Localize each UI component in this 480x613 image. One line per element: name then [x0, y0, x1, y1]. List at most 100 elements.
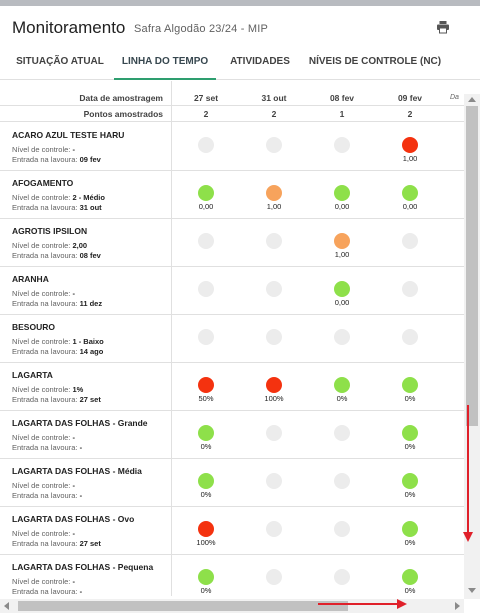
field-entry-line: Entrada na lavoura: 27 set [12, 395, 101, 404]
empty-status-dot [266, 569, 282, 585]
field-entry-label: Entrada na lavoura: [12, 347, 78, 356]
pest-row: LAGARTA DAS FOLHAS - Pequena Nível de con… [0, 555, 464, 596]
timeline-cell: 0,00 [308, 185, 376, 213]
pest-name: AFOGAMENTO [12, 178, 74, 188]
timeline-cell: 0% [308, 377, 376, 405]
status-dot-orange[interactable] [334, 233, 350, 249]
pest-row: LAGARTA Nível de controle: 1% Entrada na l… [0, 363, 464, 411]
timeline-cell [240, 521, 308, 549]
pest-row: LAGARTA DAS FOLHAS - Média Nível de contr… [0, 459, 464, 507]
field-entry-value: 14 ago [79, 347, 104, 356]
cell-value: 1,00 [402, 154, 418, 163]
timeline-cell: 0,00 [308, 281, 376, 309]
field-entry-label: Entrada na lavoura: [12, 539, 78, 548]
field-entry-label: Entrada na lavoura: [12, 203, 78, 212]
status-dot-green[interactable] [198, 473, 214, 489]
points-header-label: Pontos amostrados [83, 109, 163, 119]
cell-value: 0% [404, 394, 416, 403]
cell-value: 0,00 [334, 202, 350, 211]
timeline-cell: 1,00 [376, 137, 444, 165]
cell-value: 0% [336, 394, 348, 403]
field-entry-label: Entrada na lavoura: [12, 491, 78, 500]
status-dot-green[interactable] [402, 569, 418, 585]
status-dot-green[interactable] [402, 377, 418, 393]
scroll-down-icon[interactable] [468, 588, 476, 593]
status-dot-red[interactable] [266, 377, 282, 393]
cell-value: 0,00 [198, 202, 214, 211]
status-dot-green[interactable] [402, 185, 418, 201]
status-dot-red[interactable] [198, 521, 214, 537]
timeline-cell: 0,00 [376, 185, 444, 213]
cell-value: 0,00 [402, 202, 418, 211]
field-entry-label: Entrada na lavoura: [12, 155, 78, 164]
scroll-right-icon[interactable] [455, 602, 460, 610]
horizontal-scroll-thumb[interactable] [18, 601, 348, 611]
tab-niveis-de-controle[interactable]: NÍVEIS DE CONTROLE (NC) [304, 46, 446, 80]
panel-header: Monitoramento Safra Algodão 23/24 - MIP [0, 6, 480, 46]
status-dot-green[interactable] [402, 521, 418, 537]
timeline-cell: 50% [172, 377, 240, 405]
status-dot-green[interactable] [334, 281, 350, 297]
vertical-scroll-thumb[interactable] [466, 106, 478, 426]
timeline-cell [172, 281, 240, 309]
tab-situacao-atual[interactable]: SITUAÇÃO ATUAL [8, 46, 112, 80]
empty-status-dot [266, 233, 282, 249]
control-level-label: Nível de controle: [12, 145, 71, 154]
field-entry-value: 11 dez [79, 299, 103, 308]
timeline-cell: 0% [172, 473, 240, 501]
control-level-value: 1% [72, 385, 84, 394]
timeline-cell: 1,00 [308, 233, 376, 261]
status-dot-green[interactable] [198, 185, 214, 201]
pest-name: LAGARTA DAS FOLHAS - Pequena [12, 562, 154, 572]
column-date: 31 out [261, 93, 287, 103]
pest-name: ACARO AZUL TESTE HARU [12, 130, 125, 140]
empty-status-dot [198, 233, 214, 249]
timeline-table: Data de amostragem 27 set 31 out 08 fev … [0, 81, 464, 596]
printer-icon[interactable] [436, 20, 450, 34]
timeline-cell: 100% [172, 521, 240, 549]
column-date: 27 set [193, 93, 219, 103]
timeline-cell [240, 569, 308, 596]
timeline-cell [308, 521, 376, 549]
horizontal-scrollbar[interactable] [0, 599, 464, 613]
timeline-cell [308, 473, 376, 501]
status-dot-green[interactable] [198, 569, 214, 585]
status-dot-green[interactable] [334, 185, 350, 201]
tab-atividades[interactable]: ATIVIDADES [222, 46, 298, 80]
empty-status-dot [198, 329, 214, 345]
control-level-value: - [72, 481, 75, 490]
control-level-line: Nível de controle: - [12, 577, 75, 586]
control-level-label: Nível de controle: [12, 289, 71, 298]
field-entry-label: Entrada na lavoura: [12, 395, 78, 404]
status-dot-green[interactable] [402, 473, 418, 489]
empty-status-dot [402, 329, 418, 345]
cell-value: 0% [404, 490, 416, 499]
field-entry-value: 08 fev [79, 251, 101, 260]
scroll-up-icon[interactable] [468, 97, 476, 102]
page-title: Monitoramento [12, 18, 126, 37]
scroll-left-icon[interactable] [4, 602, 9, 610]
control-level-line: Nível de controle: 2,00 [12, 241, 87, 250]
timeline-cell: 0% [172, 425, 240, 453]
timeline-cell [240, 137, 308, 165]
pest-name: AGROTIS IPSILON [12, 226, 88, 236]
status-dot-red[interactable] [402, 137, 418, 153]
control-level-value: - [72, 529, 75, 538]
date-header-row: Data de amostragem 27 set 31 out 08 fev … [0, 91, 464, 106]
control-level-value: - [72, 145, 75, 154]
status-dot-green[interactable] [334, 377, 350, 393]
status-dot-green[interactable] [402, 425, 418, 441]
status-dot-red[interactable] [198, 377, 214, 393]
pest-row: ACARO AZUL TESTE HARU Nível de controle: … [0, 123, 464, 171]
timeline-cell [240, 425, 308, 453]
empty-status-dot [402, 233, 418, 249]
pest-row: AGROTIS IPSILON Nível de controle: 2,00 En… [0, 219, 464, 267]
tab-linha-do-tempo[interactable]: LINHA DO TEMPO [114, 46, 216, 80]
column-date: 09 fev [397, 93, 423, 103]
pest-row: ARANHA Nível de controle: - Entrada na lav… [0, 267, 464, 315]
empty-status-dot [266, 281, 282, 297]
status-dot-green[interactable] [198, 425, 214, 441]
field-entry-label: Entrada na lavoura: [12, 443, 78, 452]
column-points: 2 [271, 109, 277, 119]
status-dot-orange[interactable] [266, 185, 282, 201]
